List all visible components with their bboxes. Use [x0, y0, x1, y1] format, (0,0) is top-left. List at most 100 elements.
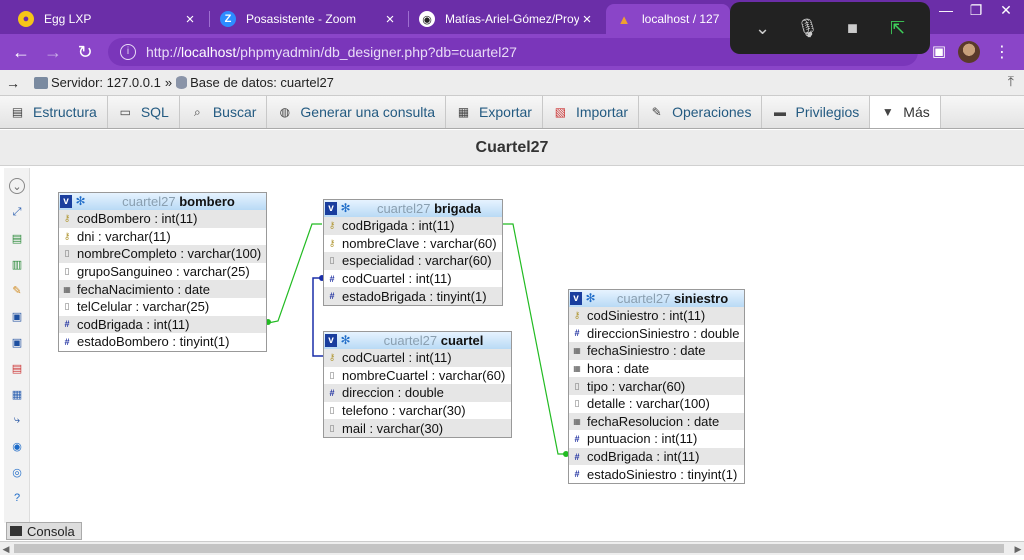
tab-importar[interactable]: ▧ Importar: [543, 96, 640, 128]
field-label: codBrigada : int(11): [342, 218, 455, 234]
field-label: hora : date: [587, 361, 650, 377]
field-row[interactable]: # estadoSiniestro : tinyint(1): [569, 465, 744, 483]
add-tables-icon[interactable]: ▤: [9, 230, 25, 246]
table-header[interactable]: v ✻ cuartel27 brigada: [324, 200, 502, 217]
tab-exportar[interactable]: ▦ Exportar: [446, 96, 543, 128]
chevron-down-icon[interactable]: ⌄: [749, 18, 777, 39]
toggle-columns-icon[interactable]: v: [570, 292, 582, 305]
help-icon[interactable]: ?: [9, 490, 25, 506]
field-row[interactable]: ▯ grupoSanguineo : varchar(25): [59, 263, 266, 281]
field-row[interactable]: ▯ tipo : varchar(60): [569, 377, 744, 395]
field-row[interactable]: # codBrigada : int(11): [59, 315, 266, 334]
minimize-icon[interactable]: —: [932, 2, 960, 18]
table-list-icon[interactable]: ▦: [9, 386, 25, 402]
browser-tab-egg[interactable]: ● Egg LXP ×: [8, 4, 208, 34]
toggle-columns-icon[interactable]: v: [325, 334, 337, 347]
tab-generar-consulta[interactable]: ◍ Generar una consulta: [267, 96, 447, 128]
field-row[interactable]: ▦ hora : date: [569, 360, 744, 378]
close-icon[interactable]: ×: [382, 11, 398, 28]
gear-icon[interactable]: ✻: [339, 334, 352, 347]
field-row[interactable]: # estadoBombero : tinyint(1): [59, 333, 266, 351]
field-row[interactable]: # direccion : double: [324, 384, 511, 402]
browser-tab-zoom[interactable]: Z Posasistente - Zoom ×: [210, 4, 408, 34]
tab-sql[interactable]: ▭ SQL: [108, 96, 180, 128]
tab-mas[interactable]: ▼ Más: [870, 96, 941, 128]
back-icon[interactable]: ←: [8, 40, 34, 64]
field-row[interactable]: # codCuartel : int(11): [324, 270, 502, 288]
edit-page-icon[interactable]: ✎: [9, 282, 25, 298]
save-icon[interactable]: ▣: [9, 308, 25, 324]
close-window-icon[interactable]: ✕: [992, 2, 1020, 19]
navigation-toggle-icon[interactable]: →: [0, 75, 26, 91]
video-icon[interactable]: ■: [839, 18, 867, 39]
breadcrumb-server[interactable]: Servidor: 127.0.0.1: [51, 75, 161, 90]
field-row[interactable]: ▯ nombreCuartel : varchar(60): [324, 367, 511, 385]
field-row[interactable]: ⚷ codSiniestro : int(11): [569, 307, 744, 325]
field-row[interactable]: # puntuacion : int(11): [569, 430, 744, 448]
scroll-left-icon[interactable]: ◀: [0, 542, 12, 556]
fullscreen-icon[interactable]: ⤢: [9, 204, 25, 220]
save-as-icon[interactable]: ▣: [9, 334, 25, 350]
microphone-icon[interactable]: 🎙: [794, 18, 822, 39]
avatar[interactable]: [958, 41, 980, 63]
info-icon[interactable]: i: [120, 44, 136, 60]
forward-icon[interactable]: →: [40, 40, 66, 64]
scrollbar-thumb[interactable]: [14, 544, 1004, 553]
close-icon[interactable]: ×: [182, 11, 198, 28]
table-brigada[interactable]: v ✻ cuartel27 brigada ⚷ codBrigada : int(…: [323, 199, 503, 306]
scroll-right-icon[interactable]: ▶: [1012, 542, 1024, 556]
field-row[interactable]: ⚷ nombreClave : varchar(60): [324, 235, 502, 253]
tab-buscar[interactable]: ⌕ Buscar: [180, 96, 268, 128]
gear-icon[interactable]: ✻: [74, 195, 87, 208]
field-row[interactable]: ⚷ codBrigada : int(11): [324, 217, 502, 235]
restore-icon[interactable]: ❐: [962, 2, 990, 19]
field-row[interactable]: ▯ telCelular : varchar(25): [59, 298, 266, 316]
field-row[interactable]: ▯ detalle : varchar(100): [569, 395, 744, 413]
field-row[interactable]: ▦ fechaResolucion : date: [569, 412, 744, 431]
table-cuartel[interactable]: v ✻ cuartel27 cuartel ⚷ codCuartel : int(…: [323, 331, 512, 438]
field-row[interactable]: ▯ especialidad : varchar(60): [324, 252, 502, 270]
table-header[interactable]: v ✻ cuartel27 cuartel: [324, 332, 511, 349]
field-row[interactable]: # codBrigada : int(11): [569, 447, 744, 466]
delete-page-icon[interactable]: ▤: [9, 360, 25, 376]
tab-label: Operaciones: [672, 104, 752, 120]
field-row[interactable]: ▯ telefono : varchar(30): [324, 402, 511, 420]
table-siniestro[interactable]: v ✻ cuartel27 siniestro ⚷ codSiniestro : …: [568, 289, 745, 484]
reload-icon[interactable]: ↻: [72, 40, 98, 64]
kebab-menu-icon[interactable]: ⋮: [994, 42, 1010, 62]
collapse-icon[interactable]: ⤒: [1008, 73, 1014, 90]
field-row[interactable]: ⚷ codBombero : int(11): [59, 210, 266, 228]
field-row[interactable]: # direccionSiniestro : double: [569, 325, 744, 343]
snap-grid-icon[interactable]: ◎: [9, 464, 25, 480]
table-header[interactable]: v ✻ cuartel27 siniestro: [569, 290, 744, 307]
reload-icon[interactable]: ◉: [9, 438, 25, 454]
new-page-icon[interactable]: ▥: [9, 256, 25, 272]
breadcrumb-database[interactable]: Base de datos: cuartel27: [190, 75, 334, 90]
horizontal-scrollbar[interactable]: ◀ ▶: [0, 541, 1024, 555]
tab-operaciones[interactable]: ✎ Operaciones: [639, 96, 763, 128]
table-header[interactable]: v ✻ cuartel27 bombero: [59, 193, 266, 210]
field-label: dni : varchar(11): [77, 228, 171, 244]
tab-title: Egg LXP: [44, 12, 92, 26]
field-row[interactable]: ⚷ dni : varchar(11): [59, 228, 266, 246]
browser-tab-localhost[interactable]: ▲ localhost / 127.0.0: [606, 4, 730, 34]
table-bombero[interactable]: v ✻ cuartel27 bombero ⚷ codBombero : int(…: [58, 192, 267, 352]
show-hide-icon[interactable]: ⌄: [9, 178, 25, 194]
share-icon[interactable]: ⇱: [884, 18, 912, 39]
field-row[interactable]: ▦ fechaNacimiento : date: [59, 280, 266, 298]
field-row[interactable]: # estadoBrigada : tinyint(1): [324, 287, 502, 305]
field-row[interactable]: ▯ mail : varchar(30): [324, 419, 511, 437]
relation-line-icon[interactable]: ⤷: [9, 412, 25, 428]
toggle-columns-icon[interactable]: v: [325, 202, 337, 215]
close-icon[interactable]: ×: [579, 11, 595, 28]
gear-icon[interactable]: ✻: [584, 292, 597, 305]
gear-icon[interactable]: ✻: [339, 202, 352, 215]
console-button[interactable]: Consola: [6, 522, 82, 540]
field-row[interactable]: ▯ nombreCompleto : varchar(100): [59, 245, 266, 263]
toggle-columns-icon[interactable]: v: [60, 195, 72, 208]
tab-estructura[interactable]: ▤ Estructura: [0, 96, 108, 128]
field-row[interactable]: ⚷ codCuartel : int(11): [324, 349, 511, 367]
browser-tab-github[interactable]: ◉ Matías-Ariel-Gómez/Proyect ×: [409, 4, 605, 34]
tab-privilegios[interactable]: ▬ Privilegios: [762, 96, 871, 128]
field-row[interactable]: ▦ fechaSiniestro : date: [569, 342, 744, 360]
